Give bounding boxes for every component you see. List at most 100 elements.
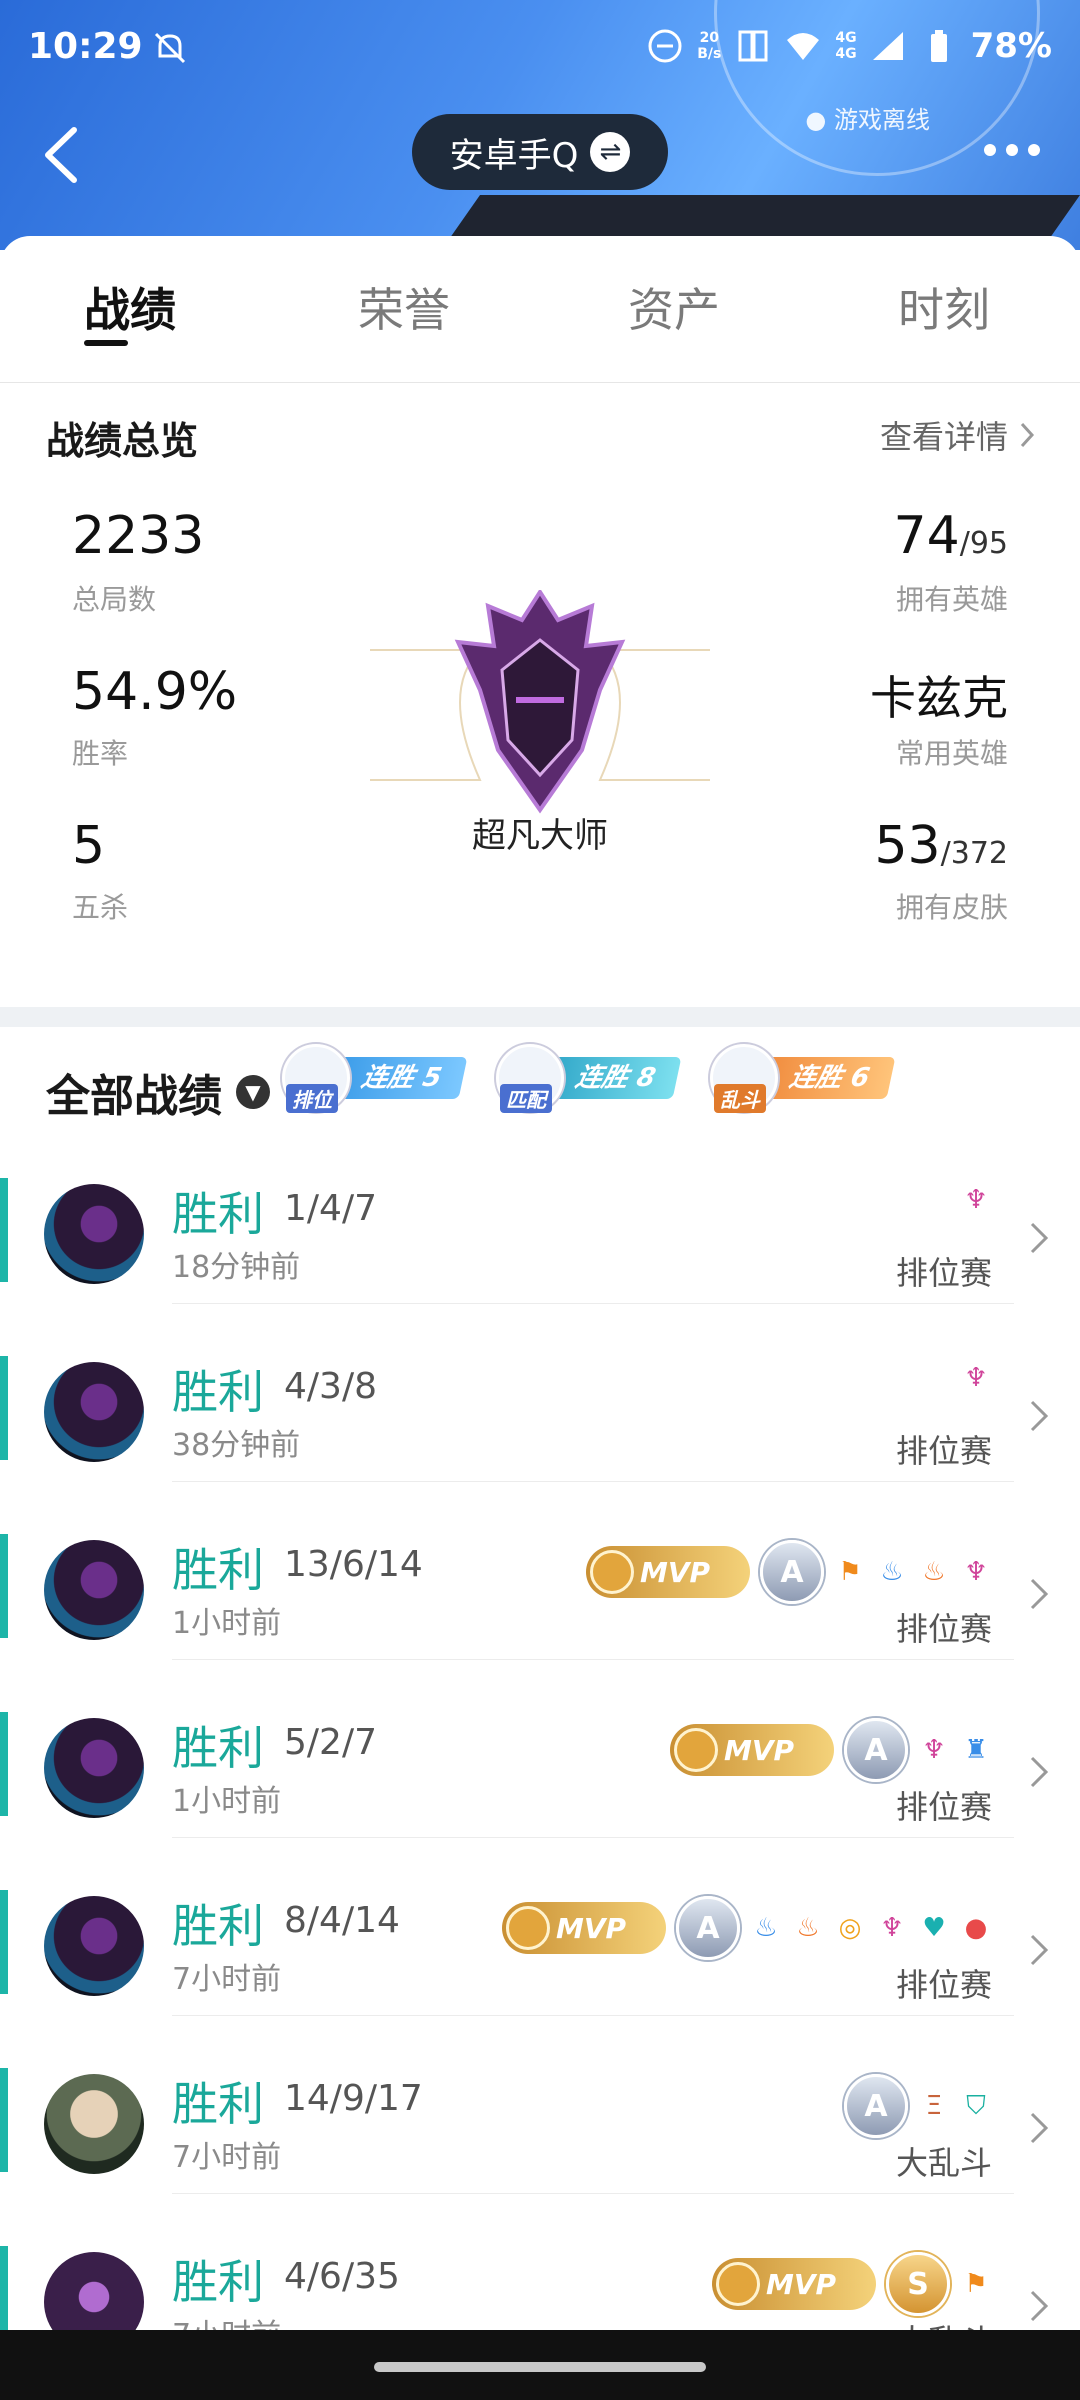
- section-divider: [0, 1007, 1080, 1027]
- battery-icon: [930, 30, 947, 62]
- tab-moments[interactable]: 时刻: [898, 274, 990, 340]
- match-kda: 5/2/7: [284, 1722, 377, 1763]
- match-result: 胜利: [172, 1721, 264, 1775]
- demon-icon: ♆: [922, 1735, 946, 1765]
- win-indicator: [0, 1534, 8, 1638]
- win-indicator: [0, 2068, 8, 2172]
- heroes-owned-label: 拥有英雄: [895, 583, 1008, 616]
- win-rate-value: 54.9%: [72, 662, 238, 722]
- match-row[interactable]: 胜利 13/6/14 1小时前 排位赛 MVP A ⚑ ♨ ♨ ♆: [0, 1482, 1080, 1660]
- grade-badge: S: [886, 2252, 950, 2316]
- match-mode: 排位赛: [895, 1788, 992, 1826]
- back-arrow-icon[interactable]: [38, 120, 88, 190]
- match-result: 胜利: [172, 1543, 264, 1597]
- win-indicator: [0, 1712, 8, 1816]
- match-time-ago: 1小时前: [172, 1784, 282, 1819]
- match-result: 胜利: [172, 1187, 264, 1241]
- match-time-ago: 18分钟前: [172, 1250, 301, 1285]
- match-mode: 大乱斗: [895, 2144, 992, 2182]
- flag-icon: ⚑: [838, 1557, 862, 1587]
- mvp-badge: MVP: [712, 2258, 876, 2310]
- chevron-right-icon: [1030, 1934, 1049, 1966]
- tab-record[interactable]: 战绩: [84, 274, 176, 340]
- signal-label: 4G 4G: [835, 30, 857, 62]
- home-gesture-handle[interactable]: [374, 2362, 706, 2372]
- mvp-coin-icon: [716, 2262, 760, 2306]
- chevron-right-icon: [1030, 1400, 1049, 1432]
- ranked-streak-badge: 排位 连胜 5: [282, 1038, 468, 1118]
- heroes-owned-value: 74/95: [893, 506, 1008, 566]
- match-badges: A Ξ ⛉: [844, 2074, 992, 2138]
- match-badges: ♆: [960, 1184, 992, 1216]
- sim-card-icon: [738, 30, 768, 62]
- match-row[interactable]: 胜利 1/4/7 18分钟前 排位赛 ♆: [0, 1126, 1080, 1304]
- match-mode: 排位赛: [895, 1254, 992, 1292]
- hero-avatar: [44, 1362, 144, 1462]
- match-row[interactable]: 胜利 14/9/17 7小时前 大乱斗 A Ξ ⛉: [0, 2016, 1080, 2194]
- match-row[interactable]: 胜利 4/3/8 38分钟前 排位赛 ♆: [0, 1304, 1080, 1482]
- active-tab-indicator: [84, 340, 128, 346]
- demon-icon: ♆: [880, 1913, 904, 1943]
- chevron-right-icon: [1030, 1222, 1049, 1254]
- dot-icon: [984, 144, 996, 156]
- mvp-coin-icon: [590, 1550, 634, 1594]
- hero-avatar: [44, 2074, 144, 2174]
- tab-honor[interactable]: 荣誉: [358, 274, 450, 340]
- account-switcher[interactable]: 安卓手Q ⇌: [412, 114, 668, 190]
- mvp-coin-icon: [506, 1906, 550, 1950]
- all-records-filter[interactable]: 全部战绩 ▼: [46, 1060, 270, 1124]
- status-time: 10:29: [28, 26, 143, 67]
- tab-bar: 战绩 荣誉 资产 时刻: [0, 236, 1080, 383]
- wifi-icon: [787, 33, 820, 60]
- flame-blue-icon: ♨: [880, 1557, 904, 1587]
- more-options-button[interactable]: [984, 144, 1040, 156]
- match-badges: MVP S ⚑: [712, 2252, 992, 2316]
- skins-owned-label: 拥有皮肤: [895, 891, 1008, 924]
- tower-icon: ♜: [964, 1735, 988, 1765]
- match-row[interactable]: 胜利 5/2/7 1小时前 排位赛 MVP A ♆ ♜: [0, 1660, 1080, 1838]
- match-row[interactable]: 胜利 8/4/14 7小时前 排位赛 MVP A ♨ ♨ ◎ ♆ ♥ ●: [0, 1838, 1080, 2016]
- view-details-link[interactable]: 查看详情: [880, 412, 1036, 458]
- mvp-badge: MVP: [670, 1724, 834, 1776]
- game-offline-status: ● 游戏离线: [805, 106, 930, 134]
- match-mode: 排位赛: [895, 1432, 992, 1470]
- demon-icon: ♆: [964, 1185, 988, 1215]
- dot-icon: [1028, 144, 1040, 156]
- chevron-right-icon: [1020, 422, 1035, 448]
- heal-icon: ♥: [922, 1913, 946, 1943]
- grade-badge: A: [844, 2074, 908, 2138]
- profile-name: 安卓手Q: [449, 135, 579, 176]
- demon-icon: ♆: [964, 1363, 988, 1393]
- triple-kill-icon: Ξ: [925, 2091, 943, 2121]
- normal-streak-badge: 匹配 连胜 8: [496, 1038, 682, 1118]
- total-games-value: 2233: [72, 506, 205, 566]
- match-time-ago: 7小时前: [172, 1962, 282, 1997]
- notifications-off-icon: [154, 32, 186, 64]
- tab-assets[interactable]: 资产: [628, 274, 720, 340]
- match-time-ago: 7小时前: [172, 2140, 282, 2175]
- chevron-right-icon: [1030, 1578, 1049, 1610]
- mvp-badge: MVP: [502, 1902, 666, 1954]
- skins-owned-value: 53/372: [874, 816, 1008, 876]
- brawl-streak-badge: 乱斗 连胜 6: [710, 1038, 896, 1118]
- signal-icon: [872, 32, 903, 60]
- win-rate-label: 胜率: [72, 737, 129, 770]
- penta-kills-value: 5: [72, 816, 106, 876]
- hero-avatar: [44, 1718, 144, 1818]
- match-result: 胜利: [172, 2077, 264, 2131]
- match-kda: 8/4/14: [284, 1900, 400, 1941]
- shield-icon: ⛉: [966, 2090, 986, 2121]
- dnd-icon: [648, 29, 682, 63]
- favorite-hero-value: 卡兹克: [870, 671, 1008, 725]
- match-result: 胜利: [172, 1899, 264, 1953]
- match-badges: MVP A ⚑ ♨ ♨ ♆: [586, 1540, 992, 1604]
- match-kda: 1/4/7: [284, 1188, 377, 1229]
- favorite-hero-label: 常用英雄: [895, 737, 1008, 770]
- overview-title: 战绩总览: [46, 419, 199, 463]
- flame-orange-icon: ♨: [922, 1557, 946, 1587]
- match-badges: MVP A ♨ ♨ ◎ ♆ ♥ ●: [502, 1896, 992, 1960]
- battery-level: 78%: [970, 26, 1052, 66]
- match-kda: 4/3/8: [284, 1366, 377, 1407]
- chevron-right-icon: [1030, 2112, 1049, 2144]
- match-result: 胜利: [172, 1365, 264, 1419]
